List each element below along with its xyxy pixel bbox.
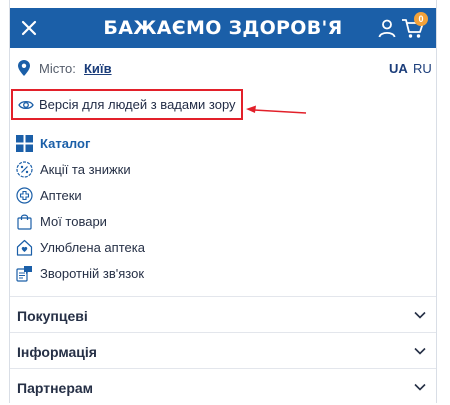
- menu-item-pharmacies[interactable]: Аптеки: [16, 185, 316, 207]
- feedback-icon: [16, 266, 32, 282]
- header-bar: БАЖАЄМО ЗДОРОВ'Я 0: [10, 8, 436, 48]
- menu-item-my-products[interactable]: Мої товари: [16, 211, 316, 233]
- menu-item-label: Аптеки: [40, 188, 82, 203]
- menu-item-feedback[interactable]: Зворотній зв'язок: [16, 263, 316, 285]
- menu-item-label: Зворотній зв'язок: [40, 266, 145, 281]
- favorite-pharmacy-icon: [16, 239, 33, 256]
- accessibility-version-link[interactable]: Версія для людей з вадами зору: [11, 89, 243, 120]
- accordion-partners[interactable]: Партнерам: [10, 368, 436, 405]
- accordion-information[interactable]: Інформація: [10, 332, 436, 369]
- accordion-label: Партнерам: [17, 380, 94, 396]
- annotation-arrow-icon: [246, 105, 307, 114]
- mobile-menu-panel: БАЖАЄМО ЗДОРОВ'Я 0 Місто: Київ UA RU Вер…: [9, 0, 437, 403]
- location-row: Місто: Київ UA RU: [18, 58, 432, 80]
- menu-item-catalog[interactable]: Каталог: [16, 133, 316, 155]
- menu-item-label: Мої товари: [40, 214, 107, 229]
- menu-item-favorite-pharmacy[interactable]: Улюблена аптека: [16, 237, 316, 259]
- bag-icon: [17, 214, 32, 230]
- user-icon[interactable]: [377, 18, 397, 38]
- eye-icon: [18, 100, 34, 110]
- menu-item-label: Каталог: [40, 136, 91, 151]
- location-pin-icon: [18, 60, 30, 76]
- language-ua[interactable]: UA: [389, 61, 408, 76]
- chevron-down-icon: [414, 311, 426, 319]
- pharmacy-cross-icon: [16, 187, 33, 204]
- accordion-buyers[interactable]: Покупцеві: [10, 296, 436, 333]
- brand-title[interactable]: БАЖАЄМО ЗДОРОВ'Я: [10, 8, 436, 48]
- menu-item-label: Акції та знижки: [40, 162, 131, 177]
- menu-item-discounts[interactable]: Акції та знижки: [16, 159, 316, 181]
- city-label: Місто:: [39, 61, 76, 76]
- accordion-label: Покупцеві: [17, 308, 88, 324]
- city-link[interactable]: Київ: [84, 61, 112, 76]
- cart-count-badge: 0: [414, 12, 428, 26]
- catalog-grid-icon: [16, 135, 33, 152]
- chevron-down-icon: [414, 347, 426, 355]
- language-ru[interactable]: RU: [413, 61, 432, 76]
- accordion-label: Інформація: [17, 344, 97, 360]
- chevron-down-icon: [414, 383, 426, 391]
- menu-item-label: Улюблена аптека: [40, 240, 145, 255]
- accessibility-label: Версія для людей з вадами зору: [39, 97, 236, 112]
- discount-icon: [16, 161, 33, 178]
